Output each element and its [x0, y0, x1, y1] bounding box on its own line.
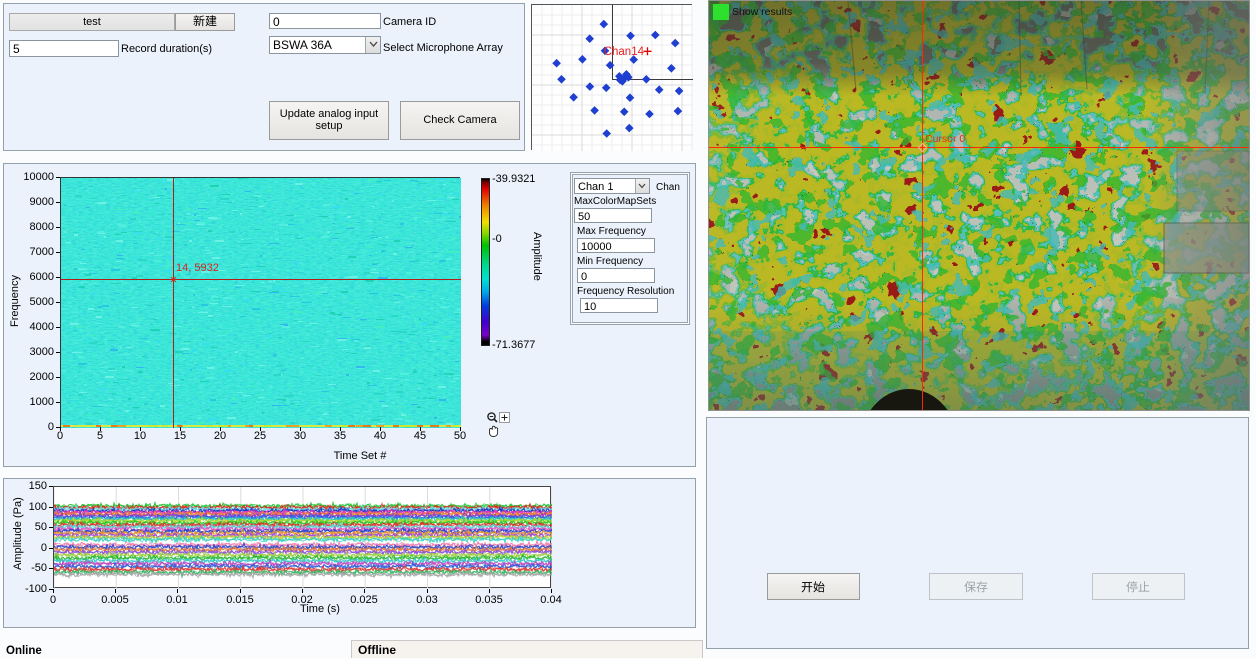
svg-text:Chan14: Chan14	[604, 46, 645, 58]
svg-text:Show results: Show results	[732, 6, 792, 18]
svg-text:Cursor 0: Cursor 0	[925, 133, 965, 145]
